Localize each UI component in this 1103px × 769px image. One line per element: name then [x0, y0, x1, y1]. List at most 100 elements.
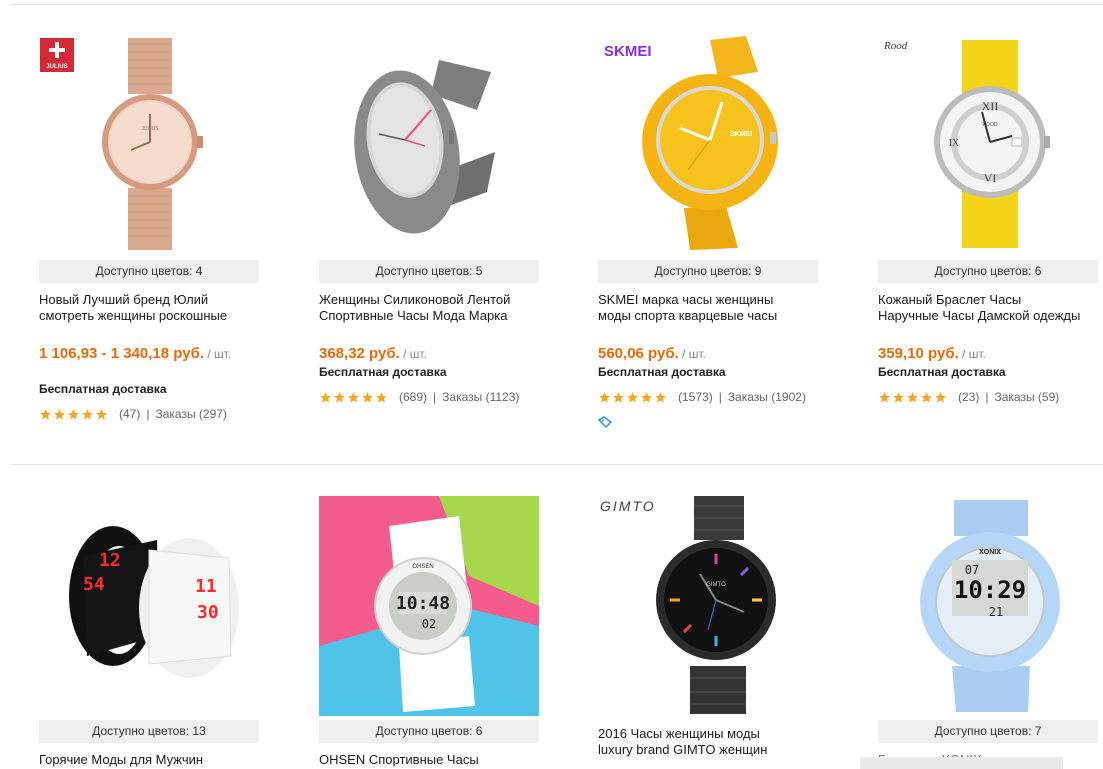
product-title[interactable]: OHSEN Спортивные Часы [319, 752, 544, 768]
product-image[interactable]: 10:48 02 OHSEN [319, 496, 539, 716]
price: 560,06 руб. [598, 345, 679, 362]
star-icon [54, 408, 65, 420]
orders-count[interactable]: Заказы (297) [155, 407, 226, 421]
product-card[interactable]: XII VI IX ROOD Rood Доступно цветов: 6 К… [878, 32, 1103, 432]
svg-text:XII: XII [982, 99, 999, 113]
star-icon [82, 408, 93, 420]
separator: | [146, 407, 150, 421]
svg-text:JULIUS: JULIUS [46, 64, 67, 70]
orders-count[interactable]: Заказы (1902) [728, 390, 806, 404]
skmei-logo: SKMEI [604, 42, 668, 65]
separator: | [985, 390, 989, 404]
price-unit: / шт. [204, 347, 232, 361]
star-icon [320, 391, 331, 403]
coupon-icon[interactable] [598, 416, 612, 428]
product-card[interactable]: 10:48 02 OHSEN Доступно цветов: 6 OHSEN … [319, 496, 544, 769]
orders-count[interactable]: Заказы (1123) [442, 390, 519, 404]
separator: | [433, 390, 437, 404]
price-line: 368,32 руб. / шт. [319, 344, 539, 364]
svg-text:GIMTO: GIMTO [706, 582, 726, 588]
rating-stars [39, 408, 109, 421]
rating-stars [598, 391, 668, 404]
star-icon [879, 391, 890, 403]
rating-orders: (1573) | Заказы (1902) [598, 390, 806, 404]
star-icon [655, 391, 666, 403]
price: 359,10 руб. [878, 345, 959, 362]
free-shipping: Бесплатная доставка [39, 382, 167, 396]
price-line: 359,10 руб. / шт. [878, 344, 1098, 364]
product-image[interactable]: GIMTO [598, 496, 818, 716]
price: 1 106,93 - 1 340,18 руб. [39, 345, 205, 362]
product-card[interactable]: GIMTO GIMTO 2016 Часы женщины моды luxur… [598, 496, 823, 769]
colors-available: Доступно цветов: 6 [878, 260, 1098, 283]
orders-count[interactable]: Заказы (59) [994, 390, 1059, 404]
star-icon [40, 408, 51, 420]
star-icon [362, 391, 373, 403]
star-icon [935, 391, 946, 403]
star-icon [613, 391, 624, 403]
svg-text:10:48: 10:48 [396, 593, 450, 614]
colors-available: Доступно цветов: 6 [319, 720, 539, 743]
rating-orders: (23) | Заказы (59) [878, 390, 1059, 404]
price-unit: / шт. [958, 347, 986, 361]
rating-count[interactable]: (47) [119, 407, 140, 421]
julius-logo: JULIUS [40, 38, 74, 77]
product-image[interactable] [319, 32, 539, 252]
product-title[interactable]: Новый Лучший бренд Юлий смотреть женщины… [39, 292, 264, 324]
free-shipping: Бесплатная доставка [878, 365, 1006, 379]
rood-logo: Rood [883, 38, 924, 57]
rating-count[interactable]: (689) [399, 390, 427, 404]
rating-orders: (689) | Заказы (1123) [319, 390, 519, 404]
svg-text:SKMEI: SKMEI [604, 43, 652, 60]
product-title[interactable]: Женщины Силиконовой Лентой Спортивные Ча… [319, 292, 544, 324]
svg-text:Rood: Rood [884, 40, 908, 52]
rating-stars [878, 391, 948, 404]
star-icon [907, 391, 918, 403]
rating-stars [319, 391, 389, 404]
product-image[interactable]: XONIX 07 10:29 21 [878, 496, 1098, 716]
product-title[interactable]: 2016 Часы женщины моды luxury brand GIMT… [598, 726, 823, 758]
svg-text:10:29: 10:29 [954, 576, 1026, 604]
rating-count[interactable]: (1573) [678, 390, 713, 404]
product-image[interactable]: XII VI IX ROOD [878, 32, 1098, 252]
svg-text:XONIX: XONIX [979, 549, 1001, 556]
rating-orders: (47) | Заказы (297) [39, 407, 227, 421]
product-title[interactable]: Кожаный Браслет Часы Наручные Часы Дамск… [878, 292, 1103, 324]
colors-available: Доступно цветов: 9 [598, 260, 818, 283]
product-title[interactable]: SKMEI марка часы женщины моды спорта ква… [598, 292, 823, 324]
svg-text:IX: IX [949, 138, 960, 149]
svg-text:30: 30 [197, 602, 219, 623]
gimto-logo: GIMTO [600, 498, 670, 519]
star-icon [96, 408, 107, 420]
colors-available: Доступно цветов: 4 [39, 260, 259, 283]
product-card[interactable]: SKMEI SKMEI Доступно цветов: 9 SKMEI мар… [598, 32, 823, 432]
svg-text:OHSEN: OHSEN [412, 564, 433, 570]
star-icon [376, 391, 387, 403]
svg-text:GIMTO: GIMTO [600, 498, 656, 514]
product-image[interactable]: SKMEI [598, 32, 818, 252]
product-card[interactable]: Доступно цветов: 5 Женщины Силиконовой Л… [319, 32, 544, 432]
product-image[interactable]: 12 54 11 30 [39, 496, 259, 716]
svg-text:SKMEI: SKMEI [730, 131, 752, 138]
product-card[interactable]: 12 54 11 30 Доступно цветов: 13 Горячие … [39, 496, 264, 769]
price-unit: / шт. [678, 347, 706, 361]
colors-available: Доступно цветов: 13 [39, 720, 259, 743]
star-icon [921, 391, 932, 403]
product-title[interactable]: Горячие Моды для Мужчин [39, 752, 264, 768]
svg-text:02: 02 [422, 617, 436, 631]
star-icon [627, 391, 638, 403]
price-unit: / шт. [399, 347, 427, 361]
free-shipping: Бесплатная доставка [598, 365, 726, 379]
star-icon [599, 391, 610, 403]
svg-text:JULIUS: JULIUS [141, 126, 159, 132]
star-icon [893, 391, 904, 403]
star-icon [348, 391, 359, 403]
rating-count[interactable]: (23) [958, 390, 979, 404]
row-divider [10, 464, 1103, 465]
free-shipping: Бесплатная доставка [319, 365, 447, 379]
product-card[interactable]: XONIX 07 10:29 21 Доступно цветов: 7 Гор… [878, 496, 1103, 769]
price-line: 560,06 руб. / шт. [598, 344, 818, 364]
top-divider [10, 4, 1103, 5]
svg-text:54: 54 [83, 574, 105, 595]
product-card[interactable]: JULIUS JULIUS Доступно цветов: 4 Новый Л… [39, 32, 264, 432]
